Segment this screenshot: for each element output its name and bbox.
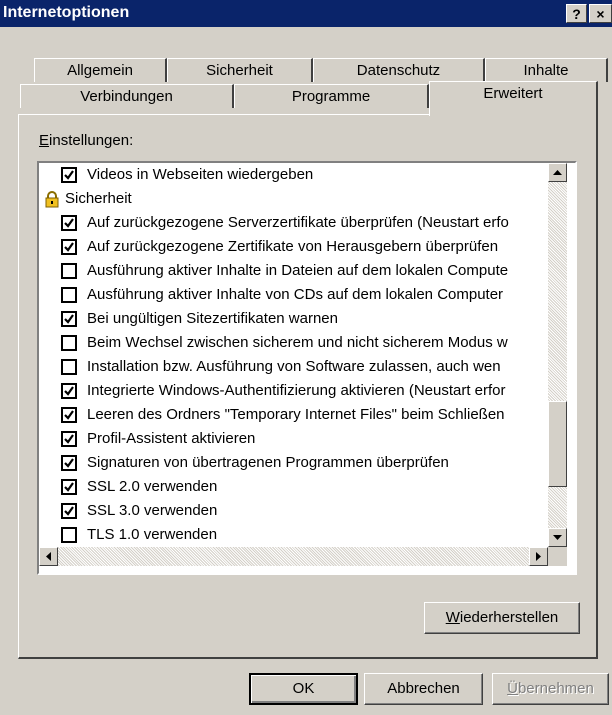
scroll-right-button[interactable] — [529, 547, 548, 566]
tab-programme[interactable]: Programme — [234, 84, 429, 108]
checkbox-checked[interactable] — [61, 407, 77, 423]
setting-row[interactable]: Installation bzw. Ausführung von Softwar… — [39, 355, 548, 379]
title-bar: Internetoptionen ? × — [0, 0, 612, 27]
close-button[interactable]: × — [589, 4, 612, 23]
checkbox-checked[interactable] — [61, 215, 77, 231]
setting-label: Signaturen von übertragenen Programmen ü… — [87, 454, 449, 471]
tab-sicherheit[interactable]: Sicherheit — [167, 58, 313, 82]
setting-label: Auf zurückgezogene Serverzertifikate übe… — [87, 214, 509, 231]
checkmark-icon — [64, 482, 74, 492]
checkmark-icon — [64, 458, 74, 468]
tab-panel-erweitert: Einstellungen: Videos in Webseiten wiede… — [18, 114, 598, 659]
setting-label: Profil-Assistent aktivieren — [87, 430, 256, 447]
arrow-left-icon — [46, 552, 51, 561]
checkbox-checked[interactable] — [61, 455, 77, 471]
checkmark-icon — [64, 218, 74, 228]
checkmark-icon — [64, 434, 74, 444]
cancel-button[interactable]: Abbrechen — [364, 673, 483, 705]
setting-row[interactable]: Ausführung aktiver Inhalte von CDs auf d… — [39, 283, 548, 307]
tab-verbindungen[interactable]: Verbindungen — [20, 84, 234, 108]
setting-label: Videos in Webseiten wiedergeben — [87, 166, 314, 183]
settings-label: Einstellungen: — [39, 132, 134, 149]
tab-datenschutz[interactable]: Datenschutz — [313, 58, 485, 82]
settings-listbox[interactable]: Videos in Webseiten wiedergeben Sicherhei… — [37, 161, 577, 575]
setting-row[interactable]: SSL 3.0 verwenden — [39, 499, 548, 523]
setting-row[interactable]: Auf zurückgezogene Zertifikate von Herau… — [39, 235, 548, 259]
setting-label: SSL 3.0 verwenden — [87, 502, 218, 519]
scroll-left-button[interactable] — [39, 547, 58, 566]
settings-list: Videos in Webseiten wiedergeben Sicherhei… — [39, 163, 548, 547]
checkmark-icon — [64, 170, 74, 180]
restore-defaults-button[interactable]: Wiederherstellen — [424, 602, 580, 634]
setting-label: Auf zurückgezogene Zertifikate von Herau… — [87, 238, 499, 255]
setting-row[interactable]: Ausführung aktiver Inhalte in Dateien au… — [39, 259, 548, 283]
checkmark-icon — [64, 242, 74, 252]
checkmark-icon — [64, 314, 74, 324]
scrollbar-corner — [548, 547, 567, 566]
apply-button[interactable]: Übernehmen — [492, 673, 609, 705]
setting-label: Integrierte Windows-Authentifizierung ak… — [87, 382, 506, 399]
checkbox-unchecked[interactable] — [61, 287, 77, 303]
checkbox-checked[interactable] — [61, 479, 77, 495]
checkbox-unchecked[interactable] — [61, 527, 77, 543]
setting-label: Leeren des Ordners "Temporary Internet F… — [87, 406, 505, 423]
vertical-scrollbar[interactable] — [548, 163, 567, 547]
setting-label: Bei ungültigen Sitezertifikaten warnen — [87, 310, 338, 327]
tab-erweitert[interactable]: Erweitert — [429, 81, 598, 116]
arrow-right-icon — [536, 552, 541, 561]
help-button[interactable]: ? — [566, 4, 587, 23]
setting-label: Installation bzw. Ausführung von Softwar… — [87, 358, 501, 375]
settings-category: Sicherheit — [39, 187, 548, 211]
setting-row[interactable]: Auf zurückgezogene Serverzertifikate übe… — [39, 211, 548, 235]
horizontal-scrollbar[interactable] — [39, 547, 548, 566]
setting-row[interactable]: SSL 2.0 verwenden — [39, 475, 548, 499]
setting-row[interactable]: Videos in Webseiten wiedergeben — [39, 163, 548, 187]
checkbox-unchecked[interactable] — [61, 359, 77, 375]
checkmark-icon — [64, 410, 74, 420]
checkbox-checked[interactable] — [61, 167, 77, 183]
category-label: Sicherheit — [65, 190, 132, 207]
checkmark-icon — [64, 386, 74, 396]
setting-label: Ausführung aktiver Inhalte von CDs auf d… — [87, 286, 504, 303]
checkbox-checked[interactable] — [61, 383, 77, 399]
scroll-up-button[interactable] — [548, 163, 567, 182]
setting-row[interactable]: Beim Wechsel zwischen sicherem und nicht… — [39, 331, 548, 355]
setting-label: SSL 2.0 verwenden — [87, 478, 218, 495]
scroll-down-button[interactable] — [548, 528, 567, 547]
checkbox-unchecked[interactable] — [61, 335, 77, 351]
arrow-up-icon — [553, 170, 562, 175]
checkbox-unchecked[interactable] — [61, 263, 77, 279]
vertical-scroll-thumb[interactable] — [548, 401, 567, 487]
setting-label: TLS 1.0 verwenden — [87, 526, 218, 543]
checkbox-checked[interactable] — [61, 239, 77, 255]
setting-row[interactable]: Signaturen von übertragenen Programmen ü… — [39, 451, 548, 475]
checkmark-icon — [64, 506, 74, 516]
checkbox-checked[interactable] — [61, 311, 77, 327]
tab-inhalte[interactable]: Inhalte — [485, 58, 608, 82]
setting-row[interactable]: Profil-Assistent aktivieren — [39, 427, 548, 451]
setting-row[interactable]: TLS 1.0 verwenden — [39, 523, 548, 547]
setting-label: Beim Wechsel zwischen sicherem und nicht… — [87, 334, 508, 351]
setting-row[interactable]: Bei ungültigen Sitezertifikaten warnen — [39, 307, 548, 331]
lock-icon — [43, 190, 61, 208]
checkbox-checked[interactable] — [61, 431, 77, 447]
setting-row[interactable]: Integrierte Windows-Authentifizierung ak… — [39, 379, 548, 403]
ok-button[interactable]: OK — [249, 673, 358, 705]
arrow-down-icon — [553, 535, 562, 540]
checkbox-checked[interactable] — [61, 503, 77, 519]
setting-label: Ausführung aktiver Inhalte in Dateien au… — [87, 262, 509, 279]
window-title: Internetoptionen — [3, 4, 130, 21]
tab-allgemein[interactable]: Allgemein — [34, 58, 167, 82]
setting-row[interactable]: Leeren des Ordners "Temporary Internet F… — [39, 403, 548, 427]
